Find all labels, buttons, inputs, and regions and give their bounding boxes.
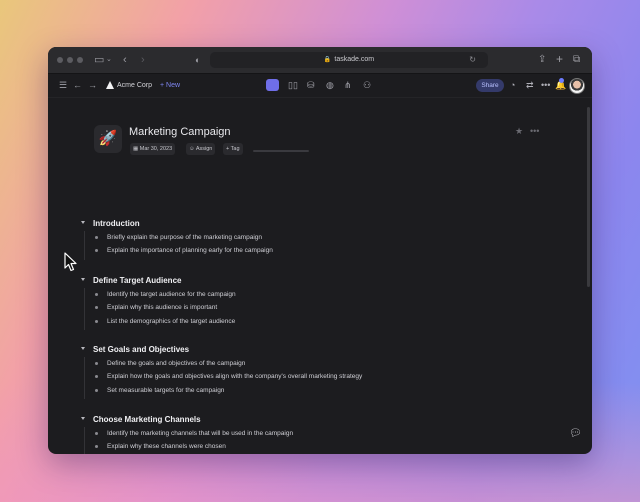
list-item[interactable]: Briefly explain the purpose of the marke… bbox=[81, 231, 561, 244]
list-item-text[interactable]: Identify the marketing channels that wil… bbox=[107, 427, 293, 440]
new-tab-icon[interactable]: + bbox=[556, 52, 563, 66]
forward-icon[interactable]: › bbox=[141, 53, 145, 67]
progress-bar bbox=[253, 150, 309, 152]
ai-assistant-icon[interactable]: ◔ bbox=[510, 79, 515, 91]
tab-overview-icon[interactable]: ⧉ bbox=[573, 53, 580, 67]
page-title[interactable]: Marketing Campaign bbox=[129, 125, 231, 139]
bullet-icon[interactable] bbox=[95, 388, 98, 392]
person-icon: ☺ bbox=[189, 146, 196, 152]
section-title[interactable]: Set Goals and Objectives bbox=[93, 343, 189, 357]
mouse-cursor-icon bbox=[64, 252, 77, 272]
bullet-icon[interactable] bbox=[95, 445, 98, 449]
list-item[interactable]: List the demographics of the target audi… bbox=[81, 315, 561, 328]
close-window-button[interactable] bbox=[57, 57, 63, 63]
workspace-name[interactable]: Acme Corp bbox=[117, 80, 152, 91]
minimize-window-button[interactable] bbox=[67, 57, 73, 63]
outline-section: Define Target Audience Identify the targe… bbox=[81, 274, 561, 330]
project-icon[interactable]: 🚀 bbox=[94, 125, 122, 153]
list-item-text[interactable]: List the demographics of the target audi… bbox=[107, 315, 235, 328]
date-chip[interactable]: ▦ Mar 30, 2023 bbox=[130, 143, 176, 155]
forward-arrow-icon[interactable]: → bbox=[88, 80, 97, 91]
new-button[interactable]: + New bbox=[160, 80, 180, 91]
tag-label: Tag bbox=[230, 146, 240, 152]
menu-icon[interactable]: ☰ bbox=[59, 80, 67, 91]
privacy-shield-icon[interactable]: ◐ bbox=[195, 53, 200, 67]
list-item[interactable]: Explain why this audience is important bbox=[81, 301, 561, 314]
collapse-caret-icon[interactable] bbox=[81, 347, 85, 350]
list-item[interactable]: Set measurable targets for the campaign bbox=[81, 384, 561, 397]
address-bar[interactable]: 🔒 taskade.com ↻ bbox=[210, 52, 488, 68]
date-value: Mar 30, 2023 bbox=[139, 146, 173, 152]
url-text: taskade.com bbox=[334, 56, 375, 63]
browser-window: ▭ ⌄ ‹ › ◐ 🔒 taskade.com ↻ ⇪ + ⧉ ☰ ← → Acm… bbox=[48, 47, 592, 454]
bullet-icon[interactable] bbox=[95, 432, 98, 435]
list-item[interactable]: Explain how the goals and objectives ali… bbox=[81, 370, 561, 383]
tag-button[interactable]: + Tag bbox=[223, 143, 243, 155]
more-options-icon[interactable]: ••• bbox=[541, 79, 550, 91]
list-item[interactable]: Define the goals and objectives of the c… bbox=[81, 357, 561, 370]
list-item-text[interactable]: Define the goals and objectives of the c… bbox=[107, 357, 245, 370]
bullet-icon[interactable] bbox=[95, 362, 98, 365]
avatar[interactable] bbox=[569, 78, 585, 94]
collapse-caret-icon[interactable] bbox=[81, 221, 85, 224]
list-view-icon[interactable] bbox=[266, 79, 279, 91]
browser-chrome: ▭ ⌄ ‹ › ◐ 🔒 taskade.com ↻ ⇪ + ⧉ bbox=[48, 47, 592, 74]
chat-icon[interactable]: 💬︎ bbox=[569, 428, 582, 439]
section-header[interactable]: Set Goals and Objectives bbox=[81, 343, 561, 357]
section-title[interactable]: Introduction bbox=[93, 217, 140, 231]
outline-section: Introduction Briefly explain the purpose … bbox=[81, 217, 561, 260]
org-chart-view-icon[interactable]: ⚇ bbox=[363, 79, 371, 91]
reload-icon[interactable]: ↻ bbox=[469, 52, 476, 68]
list-item-text[interactable]: Explain why these channels were chosen bbox=[107, 440, 226, 453]
back-arrow-icon[interactable]: ← bbox=[73, 80, 82, 91]
document-area: 🚀 Marketing Campaign ★ ••• ▦ Mar 30, 202… bbox=[48, 97, 592, 454]
list-item-text[interactable]: Briefly explain the purpose of the marke… bbox=[107, 231, 262, 244]
collapse-caret-icon[interactable] bbox=[81, 278, 85, 281]
lock-icon: 🔒 bbox=[323, 57, 332, 63]
globe-view-icon[interactable]: ◍ bbox=[326, 79, 334, 91]
list-item-text[interactable]: Explain how the goals and objectives ali… bbox=[107, 370, 362, 383]
chevron-down-icon[interactable]: ⌄ bbox=[106, 53, 112, 67]
list-item-text[interactable]: Explain the importance of planning early… bbox=[107, 244, 273, 257]
section-header[interactable]: Define Target Audience bbox=[81, 274, 561, 288]
filter-icon[interactable]: ⇄ bbox=[526, 79, 534, 91]
outline-section: Choose Marketing Channels Identify the ma… bbox=[81, 413, 561, 454]
notification-badge bbox=[559, 78, 564, 83]
collapse-caret-icon[interactable] bbox=[81, 417, 85, 420]
calendar-icon: ▦ bbox=[133, 146, 140, 152]
bullet-icon[interactable] bbox=[95, 249, 98, 253]
app-toolbar: ☰ ← → Acme Corp + New ▯▯ ⛁ ◍ ⋔ ⚇ Share ◔… bbox=[48, 74, 592, 98]
sidebar-toggle-icon[interactable]: ▭ bbox=[94, 53, 104, 67]
outline-section: Set Goals and Objectives Define the goals… bbox=[81, 343, 561, 399]
bullet-icon[interactable] bbox=[95, 293, 98, 296]
assign-label: Assign bbox=[195, 146, 213, 152]
database-view-icon[interactable]: ⛁ bbox=[307, 79, 315, 91]
mindmap-view-icon[interactable]: ⋔ bbox=[344, 79, 352, 91]
list-item-text[interactable]: Explain why this audience is important bbox=[107, 301, 217, 314]
bullet-icon[interactable] bbox=[95, 236, 98, 239]
star-icon[interactable]: ★ bbox=[515, 126, 523, 137]
list-item[interactable]: Explain the importance of planning early… bbox=[81, 244, 561, 257]
list-item[interactable]: Identify the marketing channels that wil… bbox=[81, 427, 561, 440]
section-header[interactable]: Choose Marketing Channels bbox=[81, 413, 561, 427]
list-item[interactable]: Explain why these channels were chosen bbox=[81, 440, 561, 453]
board-view-icon[interactable]: ▯▯ bbox=[288, 79, 298, 91]
bullet-icon[interactable] bbox=[95, 319, 98, 323]
share-sheet-icon[interactable]: ⇪ bbox=[538, 53, 546, 67]
section-title[interactable]: Define Target Audience bbox=[93, 274, 181, 288]
back-icon[interactable]: ‹ bbox=[123, 53, 127, 67]
list-item[interactable]: Identify the target audience for the cam… bbox=[81, 288, 561, 301]
title-more-icon[interactable]: ••• bbox=[530, 126, 539, 136]
workspace-logo-icon bbox=[106, 81, 114, 89]
bullet-icon[interactable] bbox=[95, 306, 98, 310]
list-item-text[interactable]: Set measurable targets for the campaign bbox=[107, 384, 224, 397]
assign-button[interactable]: ☺ Assign bbox=[186, 143, 216, 155]
zoom-window-button[interactable] bbox=[77, 57, 83, 63]
section-title[interactable]: Choose Marketing Channels bbox=[93, 413, 201, 427]
section-header[interactable]: Introduction bbox=[81, 217, 561, 231]
list-item-text[interactable]: Identify the target audience for the cam… bbox=[107, 288, 236, 301]
bullet-icon[interactable] bbox=[95, 375, 98, 379]
share-button[interactable]: Share bbox=[476, 79, 504, 92]
